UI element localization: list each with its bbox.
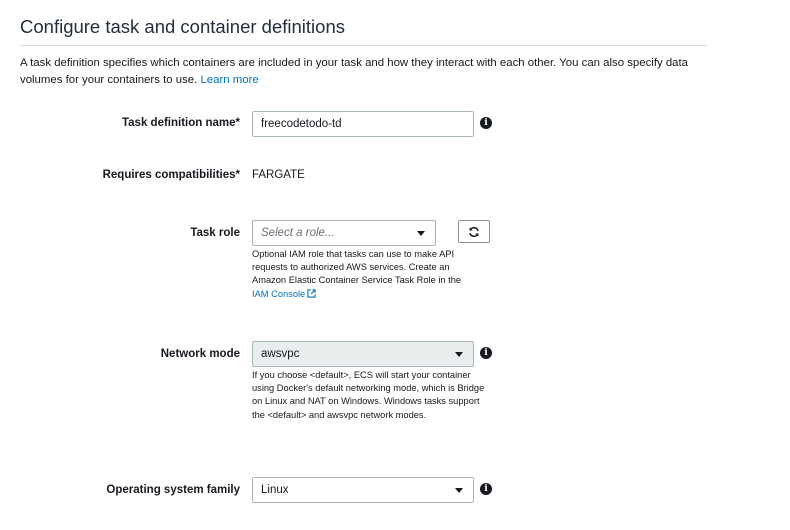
caret-down-icon (455, 352, 463, 357)
external-link-icon (307, 288, 316, 298)
task-role-placeholder: Select a role... (261, 227, 335, 239)
os-family-select[interactable]: Linux (252, 477, 474, 503)
learn-more-link[interactable]: Learn more (200, 74, 258, 86)
info-icon[interactable]: i (480, 483, 492, 495)
section-description: A task definition specifies which contai… (20, 55, 710, 89)
title-divider (20, 45, 707, 46)
page-title: Configure task and container definitions (20, 16, 345, 37)
task-role-help-text: Optional IAM role that tasks can use to … (252, 249, 462, 286)
caret-down-icon (417, 231, 425, 236)
refresh-icon (469, 226, 479, 237)
task-role-help: Optional IAM role that tasks can use to … (252, 248, 480, 301)
task-role-label: Task role (190, 227, 240, 239)
refresh-roles-button[interactable] (458, 220, 490, 243)
description-text: A task definition specifies which contai… (20, 57, 689, 86)
network-mode-select[interactable]: awsvpc (252, 341, 474, 367)
caret-down-icon (455, 488, 463, 493)
os-family-label: Operating system family (106, 484, 240, 496)
network-mode-value: awsvpc (261, 348, 300, 360)
network-mode-help: If you choose <default>, ECS will start … (252, 370, 485, 420)
os-family-value: Linux (261, 484, 289, 496)
info-icon[interactable]: i (480, 347, 492, 359)
iam-console-link[interactable]: IAM Console (252, 289, 316, 299)
task-role-select[interactable]: Select a role... (252, 220, 436, 246)
requires-compatibilities-label: Requires compatibilities* (102, 169, 240, 181)
task-definition-name-input[interactable] (252, 111, 474, 137)
requires-compatibilities-value: FARGATE (252, 169, 305, 181)
info-icon[interactable]: i (480, 117, 492, 129)
network-mode-label: Network mode (160, 348, 240, 360)
task-definition-name-label: Task definition name* (121, 117, 240, 129)
